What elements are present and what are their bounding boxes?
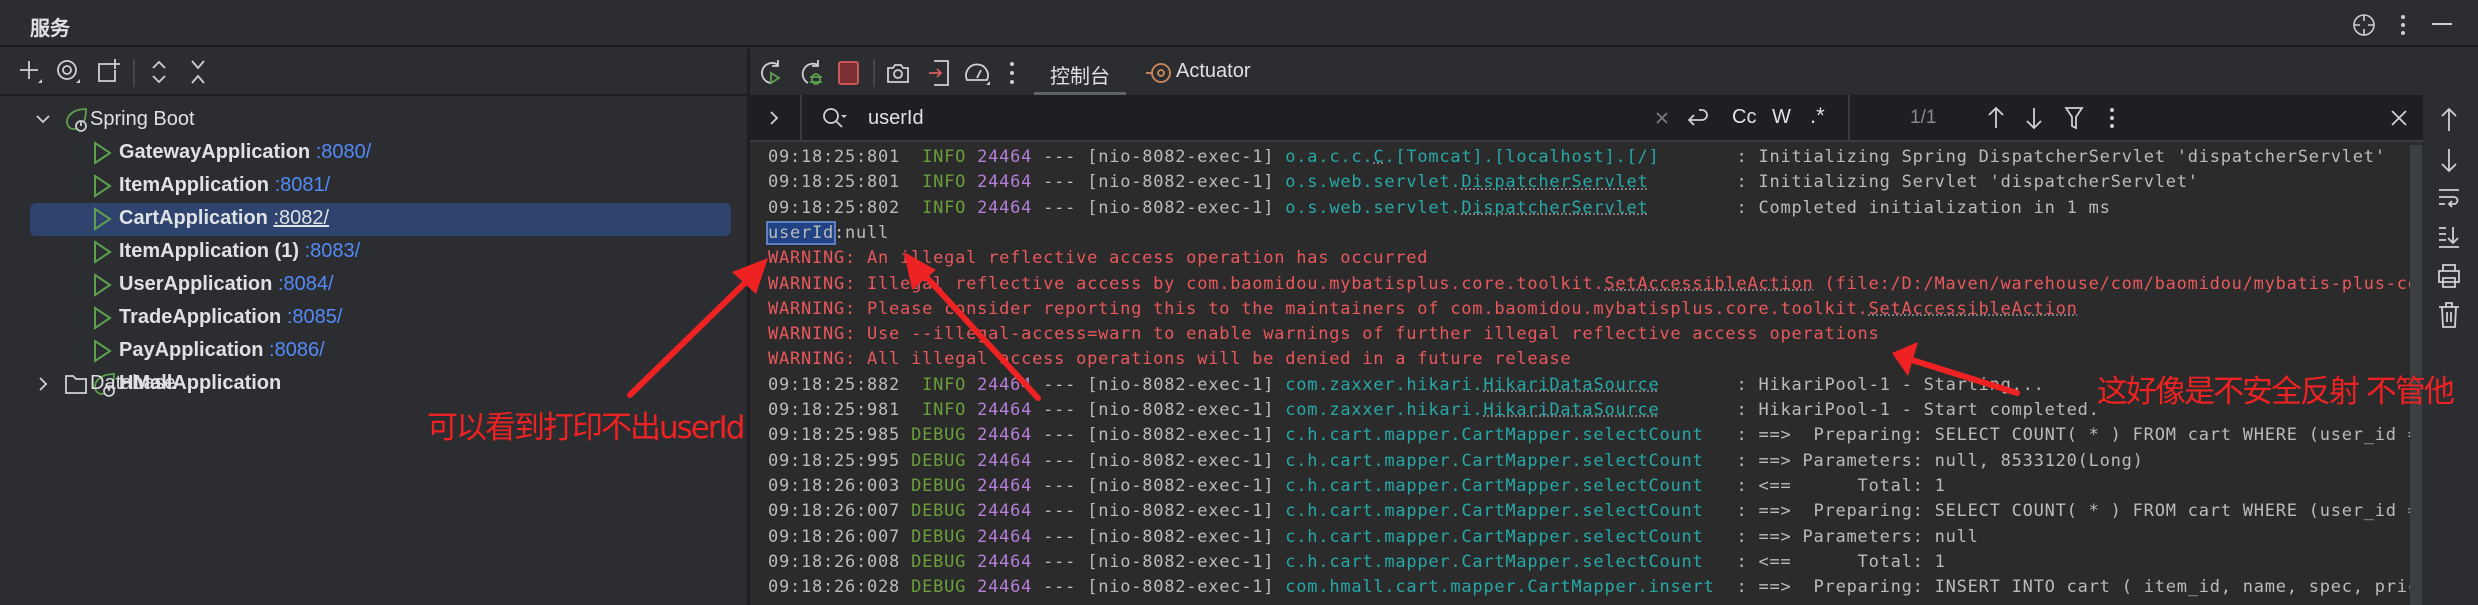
annotation-text: 这好像是不安全反射 不管他 xyxy=(2097,374,2455,410)
annotation-arrow xyxy=(1909,357,2020,396)
annotation-arrow xyxy=(627,273,755,398)
annotation-text: 可以看到打印不出userId xyxy=(427,410,745,446)
annotation-arrows xyxy=(627,252,2020,401)
annotation-arrow xyxy=(915,265,1041,401)
